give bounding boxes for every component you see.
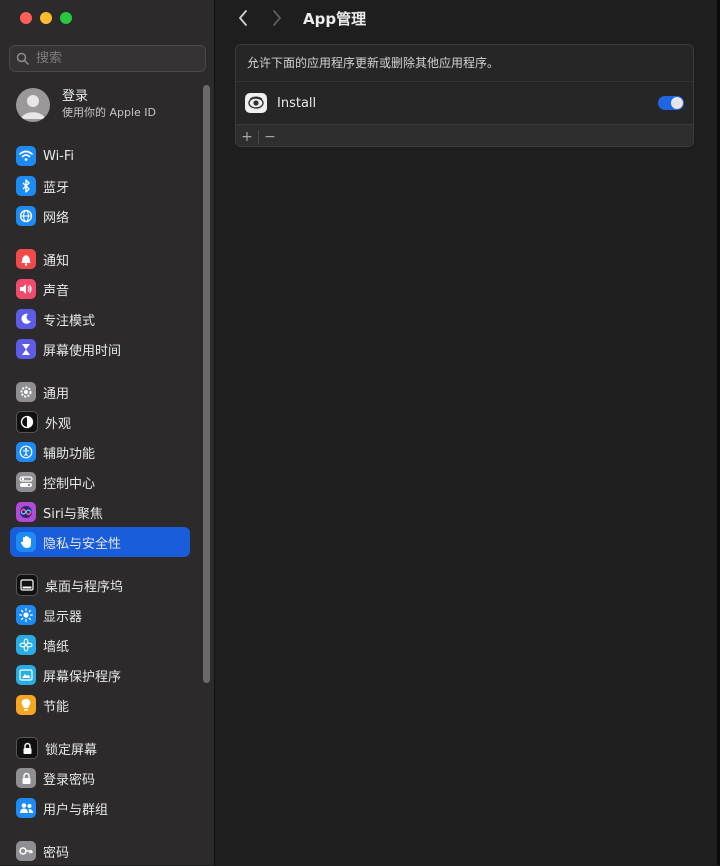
sidebar-item[interactable]: 登录密码 bbox=[10, 763, 190, 793]
sidebar-item[interactable]: 墙纸 bbox=[10, 630, 190, 660]
sidebar-item-label: 蓝牙 bbox=[43, 180, 70, 196]
sidebar-scrollbar[interactable] bbox=[203, 85, 210, 683]
sidebar-item[interactable]: 辅助功能 bbox=[10, 437, 190, 467]
sidebar-item-label: 用户与群组 bbox=[43, 802, 109, 818]
sidebar-item[interactable]: 网络 bbox=[10, 201, 190, 231]
sidebar: 登录 使用你的 Apple ID Wi-Fi 蓝牙网络通知声音专注模式屏幕使用时间… bbox=[0, 0, 215, 865]
sidebar-item-label: 锁定屏幕 bbox=[45, 742, 98, 758]
sidebar-item-label: 通用 bbox=[43, 386, 70, 402]
sidebar-item[interactable]: 通用 bbox=[10, 377, 190, 407]
gear-icon bbox=[16, 382, 36, 402]
sidebar-item[interactable]: Wi-Fi bbox=[10, 141, 190, 171]
sun-icon bbox=[16, 605, 36, 625]
sidebar-item[interactable]: 外观 bbox=[10, 407, 190, 437]
sidebar-item[interactable]: 用户与群组 bbox=[10, 793, 190, 823]
toggle-knob bbox=[671, 97, 683, 109]
bulb-icon bbox=[16, 695, 36, 715]
hand-icon bbox=[16, 532, 36, 552]
appearance-icon bbox=[16, 411, 38, 433]
search-icon bbox=[10, 52, 34, 65]
sidebar-item-label: 墙纸 bbox=[43, 639, 70, 655]
account-name: 登录 bbox=[62, 89, 89, 104]
sidebar-item-label: 网络 bbox=[43, 210, 70, 226]
account-subtitle: 使用你的 Apple ID bbox=[62, 106, 157, 119]
installer-app-icon bbox=[245, 93, 267, 113]
sidebar-item-label: Wi-Fi bbox=[43, 148, 75, 164]
sidebar-item-label: 节能 bbox=[43, 699, 70, 715]
lock-icon bbox=[16, 768, 36, 788]
sidebar-item-label: 桌面与程序坞 bbox=[45, 579, 124, 595]
add-button[interactable]: + bbox=[236, 129, 258, 145]
sidebar-item[interactable]: 显示器 bbox=[10, 600, 190, 630]
search-field[interactable] bbox=[9, 45, 206, 72]
sidebar-item-label: 控制中心 bbox=[43, 476, 96, 492]
avatar bbox=[16, 88, 50, 122]
wifi-icon bbox=[16, 146, 36, 166]
sidebar-item-label: 屏幕使用时间 bbox=[43, 343, 122, 359]
search-input[interactable] bbox=[34, 50, 198, 67]
app-toggle-switch[interactable] bbox=[658, 96, 684, 110]
page-title: App管理 bbox=[303, 10, 367, 28]
remove-button[interactable]: − bbox=[259, 129, 281, 145]
sidebar-item[interactable]: 屏幕保护程序 bbox=[10, 660, 190, 690]
key-icon bbox=[16, 841, 36, 861]
chevron-left-icon bbox=[239, 10, 247, 26]
lock-icon bbox=[16, 737, 38, 759]
sidebar-item[interactable]: 密码 bbox=[10, 836, 190, 866]
sidebar-item[interactable]: 专注模式 bbox=[10, 304, 190, 334]
app-name: Install bbox=[277, 95, 317, 111]
apple-id-account[interactable]: 登录 使用你的 Apple ID bbox=[16, 88, 156, 122]
sidebar-item-label: 隐私与安全性 bbox=[43, 536, 122, 552]
sidebar-item-label: 密码 bbox=[43, 845, 70, 861]
back-button[interactable] bbox=[233, 8, 253, 28]
dock-icon bbox=[16, 574, 38, 596]
app-management-panel: 允许下面的应用程序更新或删除其他应用程序。 Install + − bbox=[235, 44, 694, 147]
flower-icon bbox=[16, 635, 36, 655]
sidebar-item[interactable]: 屏幕使用时间 bbox=[10, 334, 190, 364]
sidebar-item-label: Siri与聚焦 bbox=[43, 506, 103, 522]
globe-icon bbox=[16, 206, 36, 226]
panel-footer: + − bbox=[236, 124, 693, 146]
sidebar-item[interactable]: 节能 bbox=[10, 690, 190, 720]
sidebar-item-label: 声音 bbox=[43, 283, 70, 299]
chevron-right-icon bbox=[273, 10, 281, 26]
sidebar-item-label: 辅助功能 bbox=[43, 446, 96, 462]
sidebar-item[interactable]: 通知 bbox=[10, 244, 190, 274]
sidebar-item[interactable]: 声音 bbox=[10, 274, 190, 304]
screensaver-icon bbox=[16, 665, 36, 685]
users-icon bbox=[16, 798, 36, 818]
speaker-icon bbox=[16, 279, 36, 299]
sidebar-item-label: 专注模式 bbox=[43, 313, 96, 329]
siri-icon bbox=[16, 502, 36, 522]
sidebar-item[interactable]: 锁定屏幕 bbox=[10, 733, 190, 763]
panel-description: 允许下面的应用程序更新或删除其他应用程序。 bbox=[236, 45, 693, 82]
sidebar-item-label: 通知 bbox=[43, 253, 70, 269]
bluetooth-icon bbox=[16, 176, 36, 196]
sidebar-item[interactable]: 桌面与程序坞 bbox=[10, 570, 190, 600]
sidebar-item[interactable]: 蓝牙 bbox=[10, 171, 190, 201]
sidebar-item-label: 登录密码 bbox=[43, 772, 96, 788]
accessibility-icon bbox=[16, 442, 36, 462]
control-center-icon bbox=[16, 472, 36, 492]
bell-icon bbox=[16, 249, 36, 269]
sidebar-item[interactable]: 控制中心 bbox=[10, 467, 190, 497]
sidebar-item-label: 显示器 bbox=[43, 609, 83, 625]
settings-window: 登录 使用你的 Apple ID Wi-Fi 蓝牙网络通知声音专注模式屏幕使用时间… bbox=[0, 0, 720, 865]
window-controls bbox=[20, 12, 72, 24]
main-content: App管理 允许下面的应用程序更新或删除其他应用程序。 Install + − bbox=[215, 0, 720, 865]
minimize-button[interactable] bbox=[40, 12, 52, 24]
sidebar-item-label: 外观 bbox=[45, 416, 72, 432]
toolbar: App管理 bbox=[215, 0, 720, 36]
sidebar-item[interactable]: Siri与聚焦 bbox=[10, 497, 190, 527]
sidebar-item-label: 屏幕保护程序 bbox=[43, 669, 122, 685]
moon-icon bbox=[16, 309, 36, 329]
hourglass-icon bbox=[16, 339, 36, 359]
close-button[interactable] bbox=[20, 12, 32, 24]
zoom-button[interactable] bbox=[60, 12, 72, 24]
app-row[interactable]: Install bbox=[236, 82, 693, 124]
sidebar-item[interactable]: 隐私与安全性 bbox=[10, 527, 190, 557]
forward-button[interactable] bbox=[267, 8, 287, 28]
